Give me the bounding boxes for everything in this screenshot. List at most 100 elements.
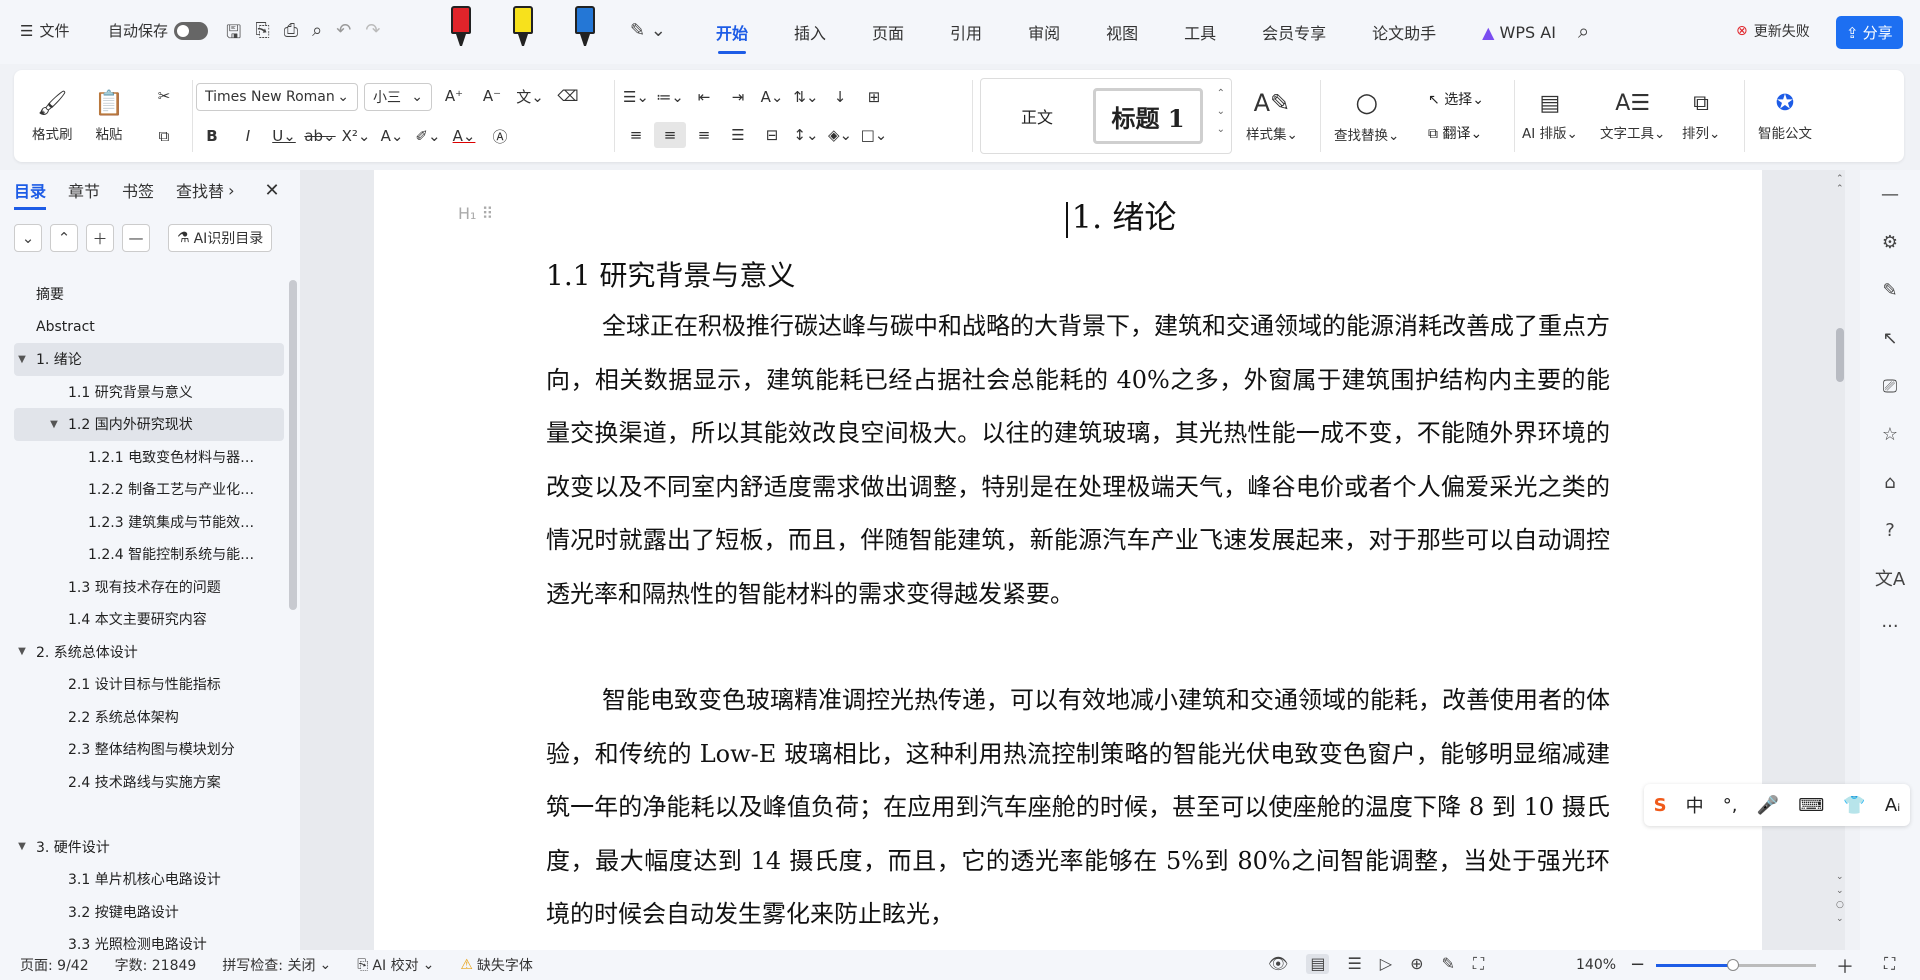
tab-references[interactable]: 引用 [950,14,982,50]
toc-scrollbar[interactable] [289,280,297,610]
superscript-icon[interactable]: X²⌄ [340,123,372,149]
style-normal[interactable]: 正文 [981,104,1093,128]
outline-view-icon[interactable]: ☰ [1347,954,1361,974]
zoom-level[interactable]: 140% [1576,957,1616,973]
paragraph[interactable]: 全球正在积极推行碳达峰与碳中和战略的大背景下，建筑和交通领域的能源消耗改善成了重… [546,300,1610,622]
red-marker-icon[interactable] [450,4,472,48]
skin-icon[interactable]: 👕 [1843,795,1865,816]
yellow-marker-icon[interactable] [512,4,534,48]
autosave[interactable]: 自动保存 [108,20,209,41]
bullet-list-icon[interactable]: ☰⌄ [620,84,652,110]
toc-item[interactable]: 3.2 按键电路设计 [14,896,284,929]
heading-2[interactable]: 1.1 研究背景与意义 [546,254,795,294]
pen-icon[interactable]: ✎ [1882,266,1897,314]
search-icon[interactable]: ⌕ [1578,19,1589,43]
italic-icon[interactable]: I [232,123,264,149]
find-replace-button[interactable]: ○ 查找替换⌄ [1334,70,1399,162]
toc-item[interactable]: ▼ 2. 系统总体设计 [14,636,284,669]
justify-icon[interactable]: ☰ [722,122,754,148]
decrease-indent-icon[interactable]: ⇤ [688,84,720,110]
increase-indent-icon[interactable]: ⇥ [722,84,754,110]
adjust-icon[interactable]: ⚙ [1882,218,1898,266]
toc-item[interactable]: 1.2.3 建筑集成与节能效… [14,506,284,539]
tab-toc[interactable]: 目录 [14,178,47,210]
scroll-up-icon[interactable]: ⌃ ⌃ [1836,174,1844,194]
underline-icon[interactable]: U⌄ [268,123,300,149]
tab-chapters[interactable]: 章节 [68,178,100,202]
toc-item[interactable]: 2.1 设计目标与性能指标 [14,668,284,701]
tab-bookmarks[interactable]: 书签 [122,178,154,202]
pointer-icon[interactable]: ↖ [1882,314,1897,362]
toc-item[interactable]: 2.4 技术路线与实施方案 [14,766,284,799]
ai-proofread[interactable]: ⎘ AI 校对 ⌄ [357,955,434,975]
grow-font-icon[interactable]: A⁺ [438,83,470,109]
keyboard-icon[interactable]: ⌨ [1798,795,1824,816]
file-menu[interactable]: ☰ 文件 [20,20,69,41]
collapse-all-button[interactable]: ⌄ [14,224,42,252]
edit-view-icon[interactable]: ✎ [1442,954,1455,974]
tab-view[interactable]: 视图 [1106,14,1138,50]
save-icon[interactable]: 🖫 [226,20,241,50]
share-button[interactable]: ⇪ 分享 [1836,16,1903,49]
scroll-thumb[interactable] [1836,328,1844,382]
copy-icon[interactable]: ⧉ [148,123,180,149]
tab-stop-icon[interactable]: ⊞ [858,84,890,110]
ai-toc-button[interactable]: ⚗ AI识别目录 [168,224,273,252]
shading-icon[interactable]: ◈⌄ [824,122,856,148]
redo-icon[interactable]: ↷ [365,20,380,50]
spell-check[interactable]: 拼写检查: 关闭 ⌄ [222,955,331,975]
zoom-in-icon[interactable]: ＋ [1836,953,1854,979]
help-icon[interactable]: ? [1885,506,1895,554]
web-view-icon[interactable]: ⊕ [1410,954,1423,974]
fullscreen-icon[interactable]: ⛶ [1884,954,1895,974]
strikethrough-icon[interactable]: ab⌄ [304,123,336,149]
toc-item[interactable]: 1.3 现有技术存在的问题 [14,571,284,604]
document-page[interactable]: H₁ ⠿ 1. 绪论 1.1 研究背景与意义 全球正在积极推行碳达峰与碳中和战略… [374,170,1762,950]
align-right-icon[interactable]: ≡ [688,122,720,148]
highlight-icon[interactable]: ✐⌄ [412,123,444,149]
line-sort-icon[interactable]: ↓ [824,84,856,110]
font-name-select[interactable]: Times New Roman ⌄ [196,83,358,111]
text-direction-icon[interactable]: A⌄ [756,84,788,110]
tab-tools[interactable]: 工具 [1184,14,1216,50]
image-tool-icon[interactable]: ⎚ [1883,362,1897,410]
smart-doc-button[interactable]: ✪ 智能公文 [1758,70,1812,162]
expand-arrow-icon[interactable]: ▼ [14,646,30,657]
translate-panel-icon[interactable]: 文A [1875,554,1905,602]
toc-item[interactable]: 2.2 系统总体架构 [14,701,284,734]
toc-item[interactable]: ▼ 1. 绪论 [14,343,284,376]
char-border-icon[interactable]: Ⓐ [484,123,516,149]
expand-arrow-icon[interactable]: ▼ [14,841,30,852]
zoom-slider[interactable] [1656,959,1816,971]
word-count[interactable]: 字数: 21849 [115,955,197,975]
paragraph[interactable]: 智能电致变色玻璃精准调控光热传递，可以有效地减小建筑和交通领域的能耗，改善使用者… [546,674,1610,942]
text-tools-button[interactable]: A☰ 文字工具⌄ [1600,70,1665,162]
numbered-list-icon[interactable]: ≔⌄ [654,84,686,110]
toc-item[interactable]: 摘要 [14,278,284,311]
phonetic-icon[interactable]: 文⌄ [514,83,546,109]
sort-icon[interactable]: ⇅⌄ [790,84,822,110]
cut-icon[interactable]: ✂ [148,83,180,109]
ime-language[interactable]: 中 [1686,792,1704,818]
toc-item[interactable]: 1.2.4 智能控制系统与能… [14,538,284,571]
align-center-icon[interactable]: ≡ [654,122,686,148]
line-spacing-icon[interactable]: ↕⌄ [790,122,822,148]
close-icon[interactable]: ✕ [264,180,279,201]
paste-button[interactable]: 📋 粘贴 [94,70,124,162]
bold-icon[interactable]: B [196,123,228,149]
more-icon[interactable]: ··· [1881,602,1898,650]
print-preview-icon[interactable]: ⌕ [312,20,322,50]
sogou-logo-icon[interactable]: S [1654,795,1667,816]
punctuation-icon[interactable]: °, [1723,795,1738,816]
autosave-toggle[interactable] [174,21,209,40]
styles-button[interactable]: A✎ 样式集⌄ [1246,70,1298,162]
distribute-icon[interactable]: ⊟ [756,122,788,148]
expand-arrow-icon[interactable]: ▼ [14,354,30,365]
chevron-right-icon[interactable]: › [228,181,234,200]
shirt-icon[interactable]: ⌂ [1884,458,1895,506]
add-heading-button[interactable]: ＋ [86,224,114,252]
toc-item[interactable]: ▼ 1.2 国内外研究现状 [14,408,284,441]
toc-item[interactable]: 2.3 整体结构图与模块划分 [14,733,284,766]
align-left-icon[interactable]: ≡ [620,122,652,148]
eye-icon[interactable]: 👁 [1268,954,1288,974]
